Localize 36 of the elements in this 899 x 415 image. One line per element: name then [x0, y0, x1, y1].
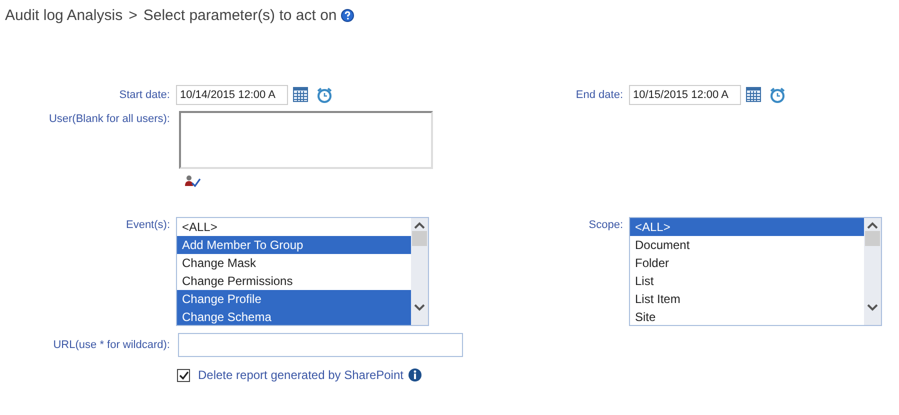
- field-label: Event(s):: [124, 218, 171, 231]
- calendar-icon[interactable]: [293, 87, 308, 102]
- field-label: User(Blank for all users):: [48, 112, 171, 125]
- chevron-down-icon[interactable]: [414, 304, 425, 311]
- chevron-up-icon[interactable]: [414, 222, 425, 229]
- alarm-clock-icon[interactable]: [316, 87, 333, 103]
- list-box[interactable]: <ALL> Document Folder List List Item Site: [629, 217, 882, 326]
- field-label: End date:: [574, 88, 624, 101]
- field-label: URL(use * for wildcard):: [52, 338, 171, 351]
- list-item[interactable]: Add Member To Group: [177, 236, 411, 254]
- field-label: Scope:: [588, 218, 624, 231]
- scrollbar-thumb[interactable]: [412, 231, 427, 246]
- scrollbar-track[interactable]: [864, 218, 881, 325]
- alarm-clock-icon[interactable]: [769, 87, 786, 103]
- list-item[interactable]: Change Schema: [177, 308, 411, 325]
- info-icon[interactable]: [408, 368, 422, 382]
- list-item[interactable]: <ALL>: [630, 218, 864, 236]
- chevron-up-icon[interactable]: [867, 222, 878, 229]
- checkbox-label[interactable]: Delete report generated by SharePoint: [198, 368, 404, 382]
- breadcrumb-link[interactable]: Audit log Analysis: [5, 6, 123, 24]
- end-date-field[interactable]: 10/15/2015 12:00 A: [629, 85, 741, 105]
- user-field[interactable]: [179, 111, 433, 169]
- scrollbar-thumb[interactable]: [865, 231, 880, 246]
- scrollbar-track[interactable]: [411, 218, 428, 325]
- calendar-icon[interactable]: [746, 87, 761, 102]
- start-date-field[interactable]: 10/14/2015 12:00 A: [176, 85, 288, 105]
- list-box[interactable]: <ALL> Add Member To Group Change Mask Change Permissions Change Profile Change Schema: [176, 217, 429, 326]
- user-check-icon[interactable]: [185, 175, 201, 187]
- page-title: Select parameter(s) to act on: [143, 6, 337, 24]
- breadcrumb-separator: >: [128, 6, 138, 24]
- help-icon[interactable]: [340, 8, 354, 22]
- checkbox[interactable]: [177, 368, 190, 382]
- field-label: Start date:: [118, 88, 171, 101]
- list-item[interactable]: Change Profile: [177, 290, 411, 308]
- chevron-down-icon[interactable]: [867, 304, 878, 311]
- url-field[interactable]: [178, 333, 463, 357]
